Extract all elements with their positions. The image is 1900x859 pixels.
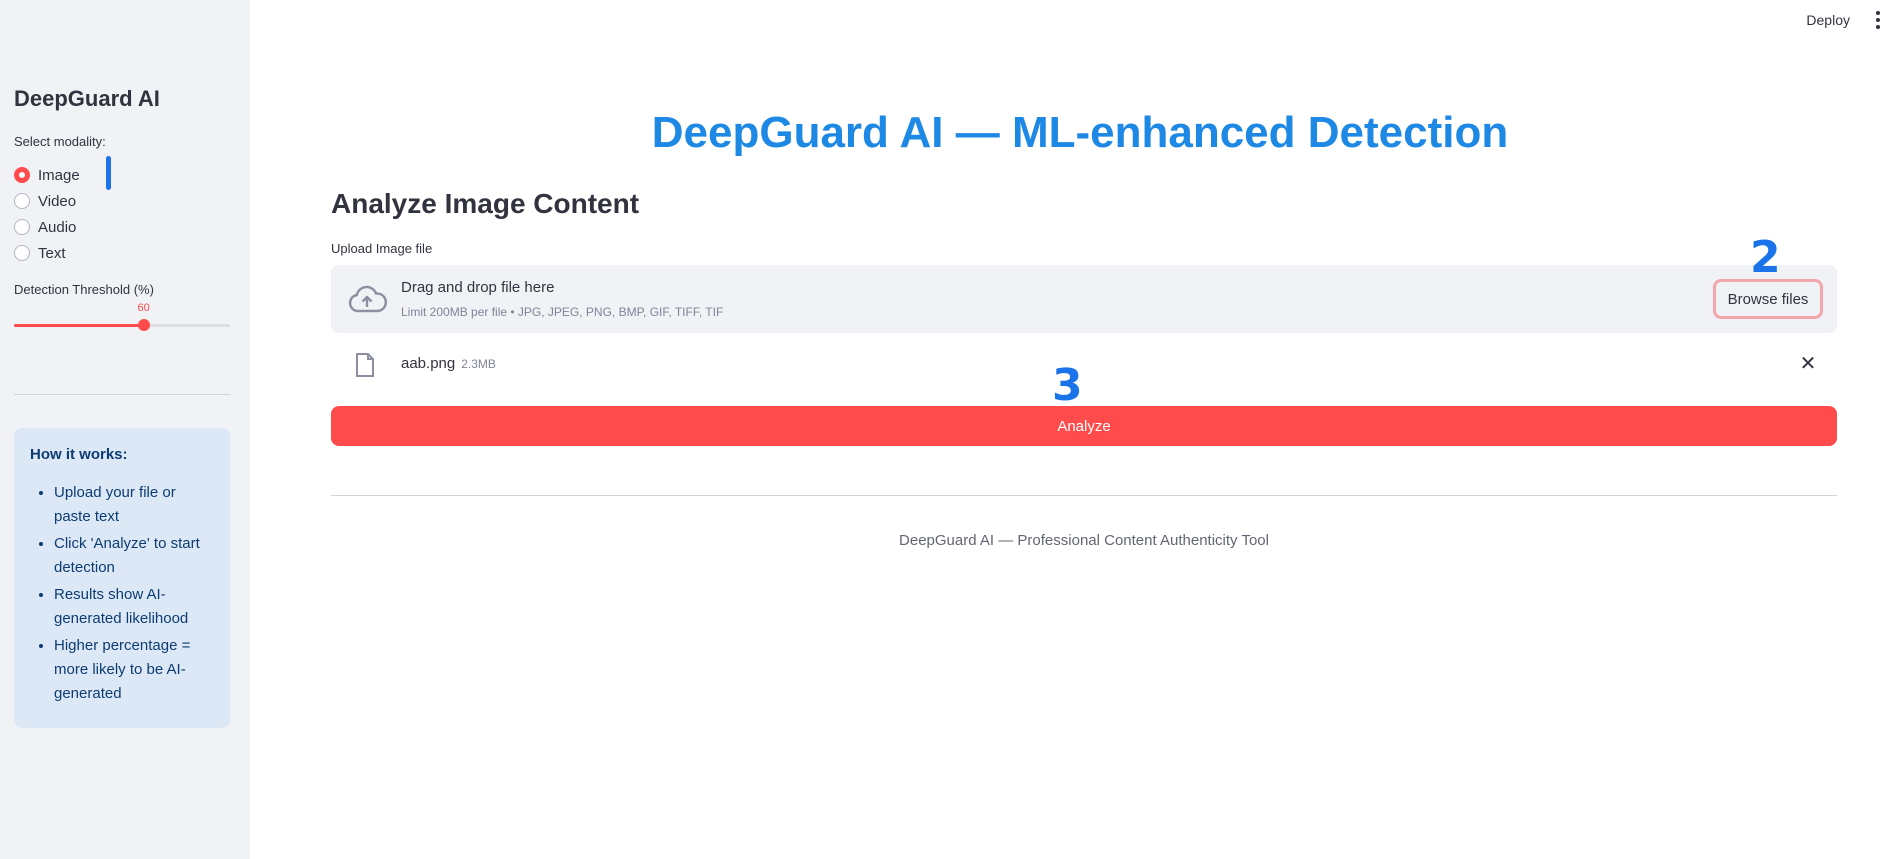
- uploaded-file-row: aab.png 2.3MB ✕: [331, 347, 1837, 383]
- modality-radio-group: Image Video Audio Text: [14, 162, 80, 266]
- top-bar: Deploy: [1806, 0, 1900, 40]
- radio-label: Image: [38, 166, 80, 184]
- annotation-marker-2: 2: [1750, 232, 1781, 283]
- file-dropzone[interactable]: Drag and drop file here Limit 200MB per …: [331, 265, 1837, 333]
- info-item: Results show AI-generated likelihood: [54, 583, 214, 631]
- info-item: Higher percentage = more likely to be AI…: [54, 634, 214, 706]
- threshold-label: Detection Threshold (%): [14, 282, 154, 297]
- analyze-button[interactable]: Analyze: [331, 406, 1837, 446]
- cloud-upload-icon: [348, 285, 387, 313]
- info-box: How it works: Upload your file or paste …: [14, 428, 230, 728]
- section-title: Analyze Image Content: [331, 188, 640, 219]
- close-icon[interactable]: ✕: [1797, 353, 1819, 375]
- page-title: DeepGuard AI — ML-enhanced Detection: [651, 108, 1509, 157]
- vertical-dots-icon[interactable]: [1870, 10, 1886, 30]
- modality-label: Select modality:: [14, 134, 106, 149]
- radio-option-text[interactable]: Text: [14, 240, 80, 266]
- radio-option-image[interactable]: Image: [14, 162, 80, 188]
- annotation-marker-1: [106, 156, 111, 190]
- dropzone-limit: Limit 200MB per file • JPG, JPEG, PNG, B…: [401, 305, 724, 319]
- threshold-value: 60: [137, 302, 150, 314]
- footer-text: DeepGuard AI — Professional Content Auth…: [899, 532, 1269, 549]
- annotation-marker-3: 3: [1052, 360, 1083, 411]
- threshold-slider[interactable]: [14, 319, 230, 331]
- radio-button-checked[interactable]: [14, 167, 30, 183]
- info-list: Upload your file or paste text Click 'An…: [30, 481, 214, 706]
- radio-option-audio[interactable]: Audio: [14, 214, 80, 240]
- info-item: Click 'Analyze' to start detection: [54, 532, 214, 580]
- browse-files-button[interactable]: Browse files: [1713, 279, 1823, 319]
- radio-label: Audio: [38, 218, 77, 236]
- deploy-button[interactable]: Deploy: [1806, 12, 1850, 28]
- info-item: Upload your file or paste text: [54, 481, 214, 529]
- info-title: How it works:: [30, 446, 128, 463]
- radio-label: Video: [38, 192, 77, 210]
- sidebar-title: DeepGuard AI: [14, 86, 160, 111]
- sidebar: DeepGuard AI Select modality: Image Vide…: [0, 0, 250, 859]
- radio-button[interactable]: [14, 245, 30, 261]
- radio-option-video[interactable]: Video: [14, 188, 80, 214]
- slider-thumb[interactable]: [137, 319, 150, 331]
- file-name: aab.png 2.3MB: [401, 355, 496, 372]
- sidebar-divider: [14, 394, 230, 395]
- radio-label: Text: [38, 244, 66, 262]
- file-icon: [356, 353, 374, 377]
- file-name-text: aab.png: [401, 355, 456, 372]
- file-size: 2.3MB: [461, 357, 496, 371]
- upload-label: Upload Image file: [331, 241, 433, 256]
- slider-fill: [14, 324, 144, 327]
- radio-button[interactable]: [14, 193, 30, 209]
- dropzone-text: Drag and drop file here: [401, 279, 555, 296]
- radio-button[interactable]: [14, 219, 30, 235]
- main-divider: [331, 495, 1837, 496]
